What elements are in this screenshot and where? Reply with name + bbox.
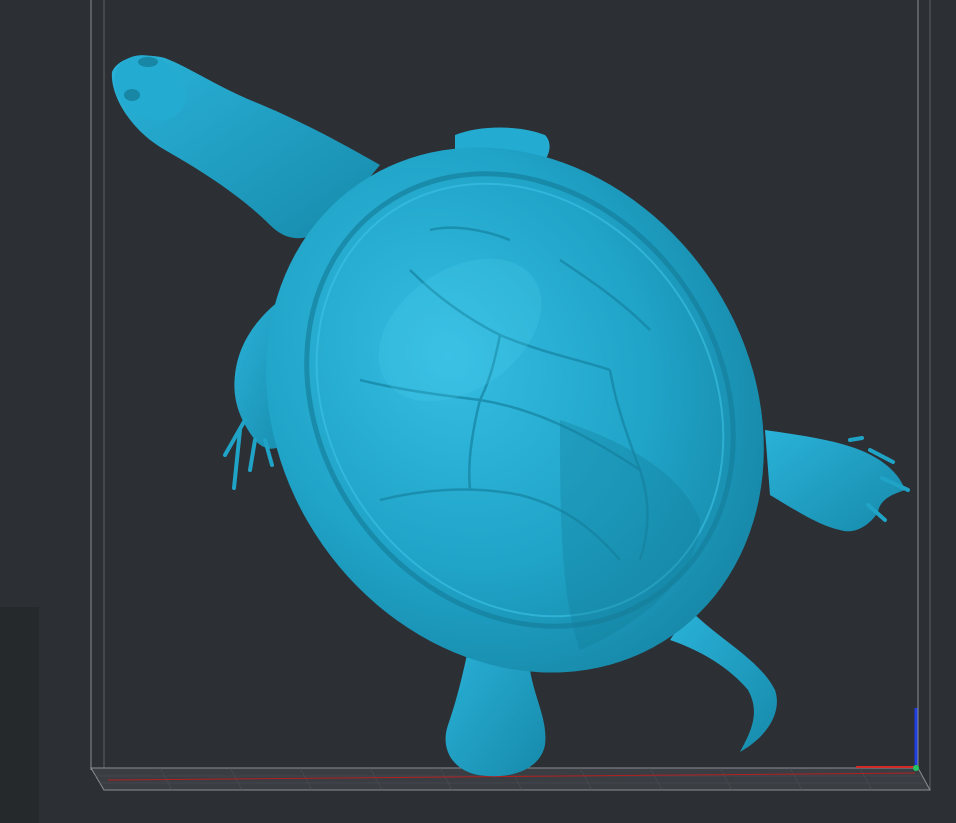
turtle-nostril: [138, 57, 158, 67]
turtle-model[interactable]: [102, 42, 910, 777]
turtle-tail: [670, 610, 777, 752]
3d-viewport[interactable]: [0, 0, 956, 823]
y-axis-point: [913, 765, 919, 771]
turtle-eye: [124, 89, 140, 101]
xyz-axis-icon: [856, 708, 919, 771]
viewport-scene: [90, 0, 931, 791]
